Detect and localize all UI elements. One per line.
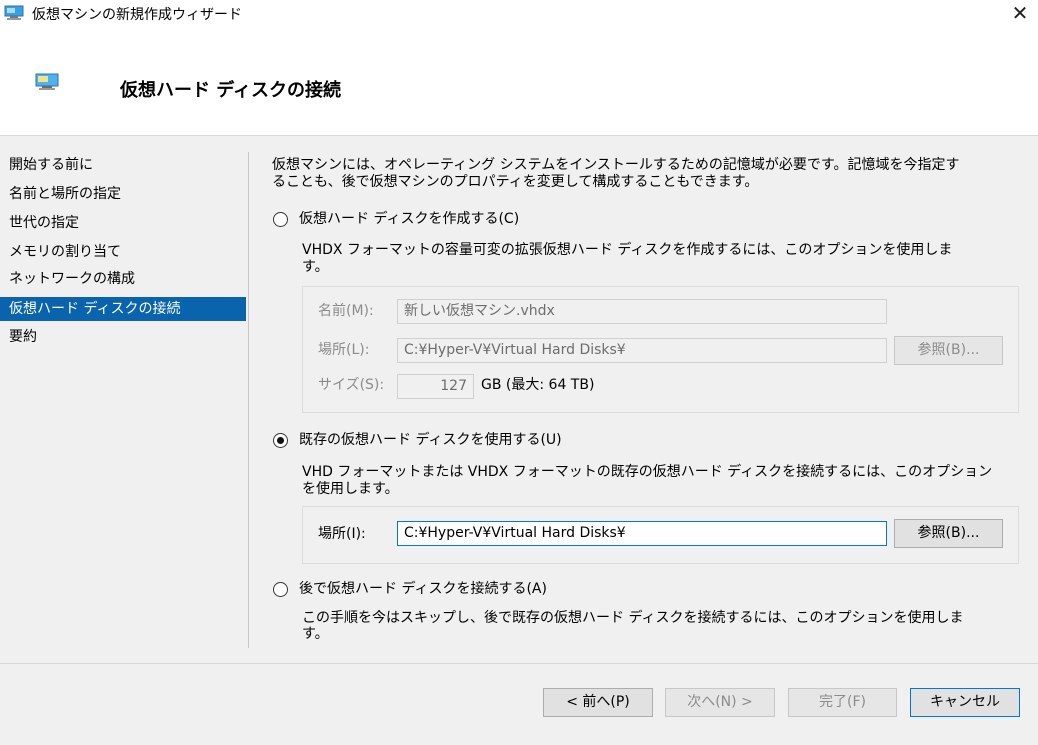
- close-icon[interactable]: ✕: [1002, 0, 1038, 26]
- create-location-input[interactable]: C:¥Hyper-V¥Virtual Hard Disks¥: [397, 338, 887, 363]
- existing-disk-label[interactable]: 既存の仮想ハード ディスクを使用する(U): [299, 433, 562, 448]
- create-size-input[interactable]: 127: [397, 374, 474, 399]
- existing-disk-desc-line2: を使用します。: [302, 481, 399, 497]
- create-location-label: 場所(L):: [318, 342, 370, 358]
- existing-disk-radio[interactable]: [273, 433, 288, 448]
- create-size-label: サイズ(S):: [318, 377, 385, 393]
- footer-separator: [0, 663, 1038, 664]
- create-browse-button[interactable]: 参照(B)...: [894, 336, 1003, 365]
- next-button[interactable]: 次へ(N) >: [665, 688, 775, 717]
- attach-later-desc-line2: す。: [302, 626, 329, 642]
- intro-text-line1: 仮想マシンには、オペレーティング システムをインストールするための記憶域が必要で…: [272, 157, 960, 173]
- create-size-unit: GB (最大: 64 TB): [481, 377, 595, 393]
- nav-item-memory[interactable]: メモリの割り当て: [0, 240, 246, 264]
- window-title: 仮想マシンの新規作成ウィザード: [32, 7, 242, 23]
- create-disk-desc-line1: VHDX フォーマットの容量可変の拡張仮想ハード ディスクを作成するには、このオ…: [302, 242, 953, 258]
- attach-later-label[interactable]: 後で仮想ハード ディスクを接続する(A): [299, 582, 547, 597]
- create-name-input[interactable]: 新しい仮想マシン.vhdx: [397, 299, 887, 324]
- cancel-button[interactable]: キャンセル: [910, 688, 1020, 717]
- nav-item-before-you-begin[interactable]: 開始する前に: [0, 153, 246, 177]
- existing-browse-button[interactable]: 参照(B)...: [894, 519, 1003, 548]
- finish-button[interactable]: 完了(F): [788, 688, 897, 717]
- previous-button[interactable]: < 前へ(P): [543, 688, 653, 717]
- existing-location-label: 場所(I):: [318, 526, 366, 542]
- intro-text-line2: ることも、後で仮想マシンのプロパティを変更して構成することもできます。: [272, 174, 759, 190]
- existing-disk-desc-line1: VHD フォーマットまたは VHDX フォーマットの既存の仮想ハード ディスクを…: [302, 464, 993, 480]
- create-name-label: 名前(M):: [318, 303, 374, 319]
- create-disk-label[interactable]: 仮想ハード ディスクを作成する(C): [299, 212, 519, 227]
- nav-item-generation[interactable]: 世代の指定: [0, 211, 246, 235]
- create-disk-desc-line2: す。: [302, 259, 329, 275]
- nav-item-summary[interactable]: 要約: [0, 325, 246, 349]
- existing-location-input[interactable]: C:¥Hyper-V¥Virtual Hard Disks¥: [397, 521, 887, 546]
- create-disk-radio[interactable]: [273, 212, 288, 227]
- nav-item-network[interactable]: ネットワークの構成: [0, 267, 246, 291]
- nav-item-connect-disk[interactable]: 仮想ハード ディスクの接続: [0, 297, 246, 321]
- nav-item-name-location[interactable]: 名前と場所の指定: [0, 182, 246, 206]
- virtual-disk-icon: [35, 73, 59, 90]
- attach-later-radio[interactable]: [273, 582, 288, 597]
- nav-divider: [248, 152, 249, 648]
- hyper-v-vm-icon: [4, 5, 24, 20]
- attach-later-desc-line1: この手順を今はスキップし、後で既存の仮想ハード ディスクを接続するには、このオプ…: [302, 610, 964, 626]
- page-title: 仮想ハード ディスクの接続: [120, 80, 342, 101]
